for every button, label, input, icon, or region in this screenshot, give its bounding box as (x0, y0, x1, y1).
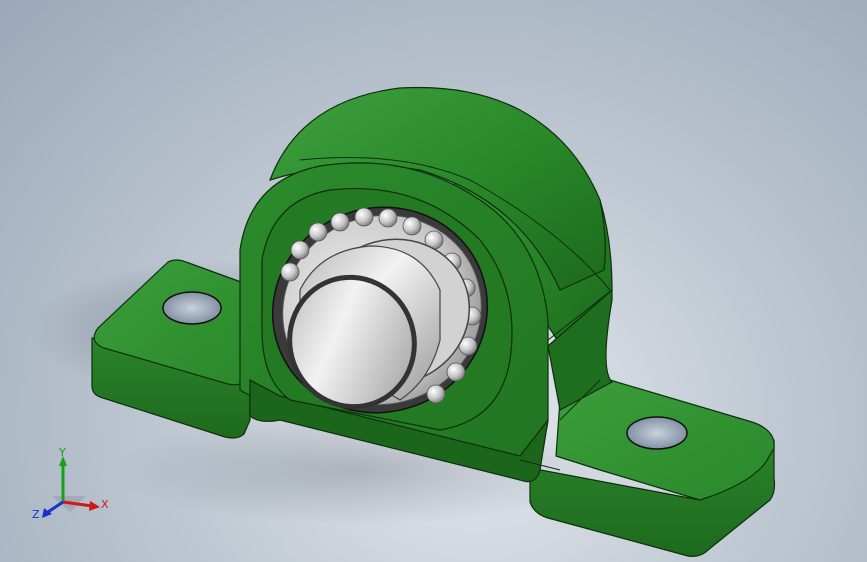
pillow-block-model[interactable] (0, 0, 867, 562)
graphics-viewport[interactable]: Y X Z (0, 0, 867, 562)
left-bolt-hole (162, 291, 222, 325)
z-axis-label: Z (32, 508, 40, 521)
coordinate-triad: Y X Z (32, 446, 109, 521)
right-bolt-hole (626, 416, 688, 450)
x-axis-label: X (101, 498, 109, 511)
z-axis-line (47, 500, 64, 514)
y-axis-label: Y (58, 446, 66, 459)
x-axis-arrow (89, 501, 100, 511)
